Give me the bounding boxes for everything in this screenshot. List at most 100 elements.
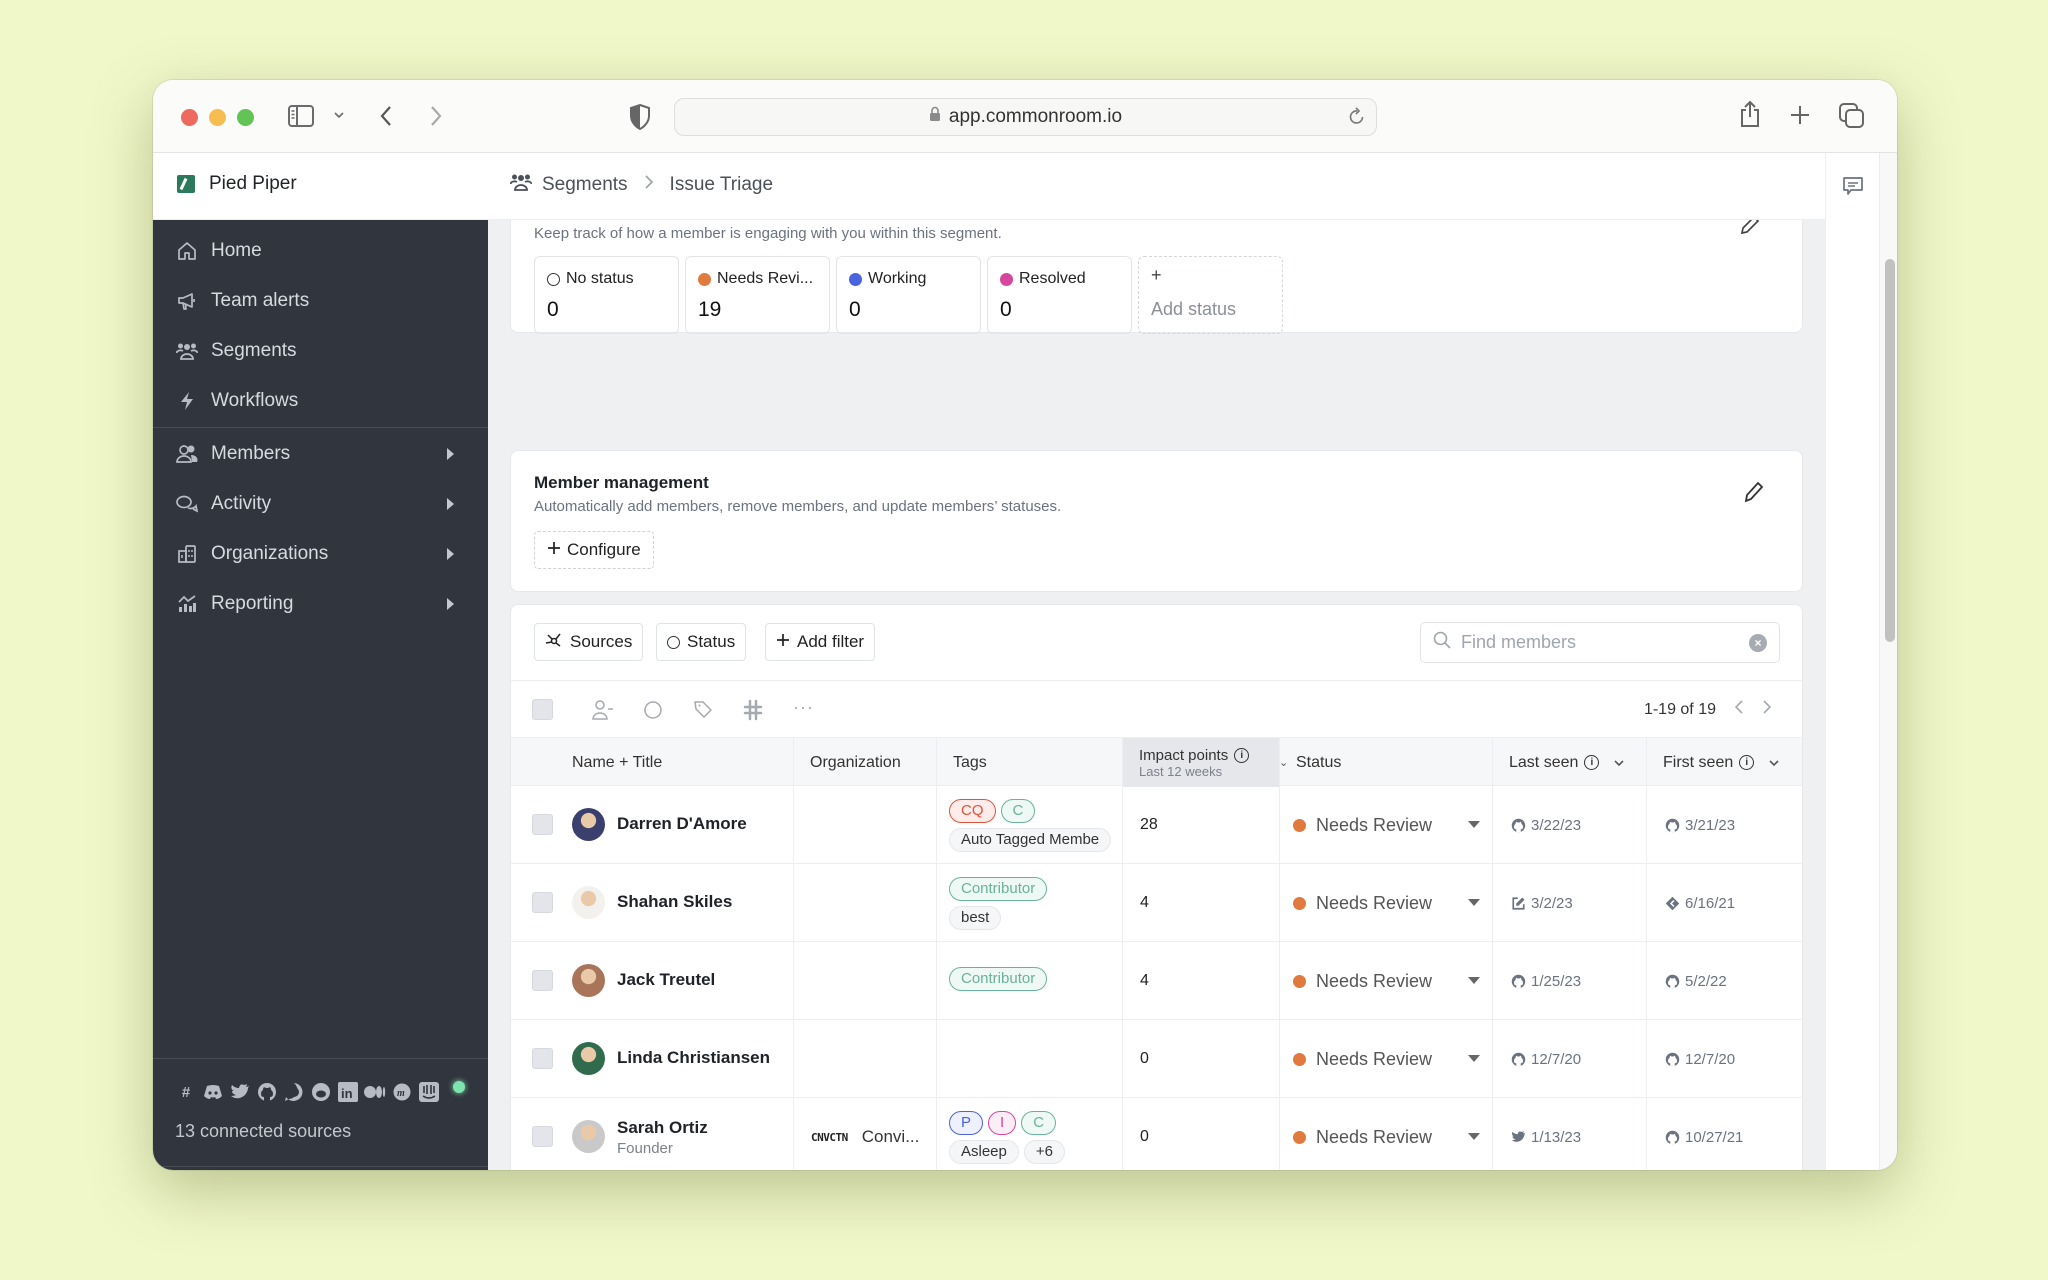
- table-row[interactable]: Sarah Ortiz Founder CNVCTN Convi... PIC …: [511, 1098, 1802, 1170]
- info-icon[interactable]: i: [1739, 755, 1755, 770]
- chevron-down-icon[interactable]: [1768, 756, 1780, 770]
- clear-search-icon[interactable]: ×: [1749, 634, 1767, 652]
- address-bar[interactable]: app.commonroom.io: [674, 98, 1377, 136]
- status-filter-needs-review[interactable]: Needs Revi... 19: [685, 256, 830, 334]
- column-header-first-seen[interactable]: First seen i: [1646, 738, 1804, 787]
- back-icon[interactable]: [379, 105, 393, 127]
- add-status-button[interactable]: + Add status: [1138, 256, 1283, 334]
- table-row[interactable]: Darren D'Amore CQ C Auto Tagged Membe 28 …: [511, 786, 1802, 864]
- member-name[interactable]: Jack Treutel: [617, 970, 715, 990]
- find-members-search[interactable]: ×: [1420, 622, 1780, 663]
- column-header-status[interactable]: Status: [1279, 738, 1492, 787]
- sidebar-item-workflows[interactable]: Workflows: [153, 376, 488, 426]
- privacy-shield-icon[interactable]: [630, 104, 650, 130]
- maximize-window-button[interactable]: [237, 109, 254, 126]
- organization-cell[interactable]: [793, 864, 936, 942]
- sidebar-item-organizations[interactable]: Organizations: [153, 529, 488, 579]
- tag-badge[interactable]: Asleep: [949, 1139, 1019, 1164]
- member-name[interactable]: Darren D'Amore: [617, 814, 747, 834]
- tag-badge[interactable]: Contributor: [949, 966, 1048, 991]
- page-scrollbar[interactable]: [1879, 153, 1897, 1170]
- select-all-checkbox[interactable]: [532, 699, 553, 720]
- avatar[interactable]: [572, 964, 605, 997]
- close-window-button[interactable]: [181, 109, 198, 126]
- status-dropdown[interactable]: Needs Review: [1279, 1020, 1492, 1098]
- more-actions-icon[interactable]: ···: [793, 697, 814, 718]
- comments-icon[interactable]: [1842, 175, 1864, 202]
- sidebar-toggle-icon[interactable]: [288, 105, 314, 127]
- sidebar-item-team-alerts[interactable]: Team alerts: [153, 276, 488, 326]
- tab-group-chevron-down-icon[interactable]: [333, 111, 345, 119]
- avatar[interactable]: [572, 1120, 605, 1153]
- scrollbar-thumb[interactable]: [1885, 259, 1895, 642]
- tag-badge[interactable]: I: [988, 1110, 1017, 1135]
- row-checkbox[interactable]: [532, 814, 553, 835]
- dropdown-caret-icon[interactable]: [1468, 1133, 1480, 1140]
- sidebar-item-activity[interactable]: Activity: [153, 479, 488, 529]
- expand-caret-icon[interactable]: [447, 598, 454, 610]
- column-header-last-seen[interactable]: Last seen i: [1492, 738, 1646, 787]
- member-name[interactable]: Shahan Skiles: [617, 892, 732, 912]
- expand-caret-icon[interactable]: [447, 548, 454, 560]
- set-status-icon[interactable]: [643, 699, 663, 726]
- sidebar-item-home[interactable]: Home: [153, 226, 488, 276]
- row-checkbox[interactable]: [532, 1126, 553, 1147]
- status-filter-button[interactable]: Status: [656, 623, 747, 661]
- expand-caret-icon[interactable]: [447, 448, 454, 460]
- configure-button[interactable]: Configure: [534, 531, 654, 569]
- tag-badge[interactable]: Auto Tagged Membe: [949, 827, 1112, 852]
- status-filter-resolved[interactable]: Resolved 0: [987, 256, 1132, 334]
- share-icon[interactable]: [1739, 100, 1761, 128]
- edit-member-management-pencil-icon[interactable]: [1744, 481, 1764, 508]
- slack-icon[interactable]: [743, 699, 763, 726]
- status-filter-no-status[interactable]: No status 0: [534, 256, 679, 334]
- tag-badge[interactable]: CQ: [949, 798, 996, 823]
- table-row[interactable]: Linda Christiansen 0 Needs Review 12/7/2…: [511, 1020, 1802, 1098]
- chevron-down-icon[interactable]: [1613, 756, 1625, 770]
- status-dropdown[interactable]: Needs Review: [1279, 942, 1492, 1020]
- sources-filter-button[interactable]: Sources: [534, 623, 644, 661]
- sidebar-item-members[interactable]: Members: [153, 429, 488, 479]
- status-filter-working[interactable]: Working 0: [836, 256, 981, 334]
- dropdown-caret-icon[interactable]: [1468, 821, 1480, 828]
- status-dropdown[interactable]: Needs Review: [1279, 786, 1492, 864]
- org-switcher[interactable]: Pied Piper: [177, 173, 297, 195]
- column-header-tags[interactable]: Tags: [936, 738, 1122, 787]
- dropdown-caret-icon[interactable]: [1468, 977, 1480, 984]
- remove-member-icon[interactable]: [591, 699, 615, 726]
- tag-badge[interactable]: best: [949, 905, 1002, 930]
- column-header-organization[interactable]: Organization: [793, 738, 936, 787]
- avatar[interactable]: [572, 808, 605, 841]
- avatar[interactable]: [572, 886, 605, 919]
- info-icon[interactable]: i: [1234, 747, 1250, 763]
- table-row[interactable]: Shahan Skiles Contributor best 4 Needs R…: [511, 864, 1802, 942]
- member-name[interactable]: Sarah Ortiz: [617, 1118, 708, 1138]
- table-row[interactable]: Jack Treutel Contributor 4 Needs Review …: [511, 942, 1802, 1020]
- organization-cell[interactable]: CNVCTN Convi...: [793, 1098, 936, 1170]
- row-checkbox[interactable]: [532, 1048, 553, 1069]
- status-dropdown[interactable]: Needs Review: [1279, 1098, 1492, 1170]
- tag-badge[interactable]: +6: [1023, 1139, 1065, 1164]
- tag-badge[interactable]: C: [1000, 798, 1036, 823]
- row-checkbox[interactable]: [532, 970, 553, 991]
- status-dropdown[interactable]: Needs Review: [1279, 864, 1492, 942]
- tag-badge[interactable]: Contributor: [949, 876, 1048, 901]
- column-header-name[interactable]: Name + Title: [511, 738, 793, 787]
- organization-cell[interactable]: [793, 1020, 936, 1098]
- organization-cell[interactable]: [793, 942, 936, 1020]
- sidebar-item-segments[interactable]: Segments: [153, 326, 488, 376]
- find-members-input[interactable]: [1461, 632, 1721, 653]
- breadcrumb-segments-link[interactable]: Segments: [542, 174, 628, 196]
- minimize-window-button[interactable]: [209, 109, 226, 126]
- edit-statuses-pencil-icon[interactable]: [1740, 220, 1760, 240]
- sidebar-item-reporting[interactable]: Reporting: [153, 579, 488, 629]
- forward-icon[interactable]: [429, 105, 443, 127]
- tag-icon[interactable]: [693, 699, 713, 726]
- row-checkbox[interactable]: [532, 892, 553, 913]
- tag-badge[interactable]: C: [1021, 1110, 1057, 1135]
- expand-caret-icon[interactable]: [447, 498, 454, 510]
- next-page-icon[interactable]: [1762, 698, 1772, 721]
- connected-sources[interactable]: # in m 13 connected sources: [153, 1058, 488, 1165]
- column-header-impact-points[interactable]: Impact points i Last 12 weeks: [1122, 738, 1279, 787]
- add-filter-button[interactable]: Add filter: [765, 623, 876, 661]
